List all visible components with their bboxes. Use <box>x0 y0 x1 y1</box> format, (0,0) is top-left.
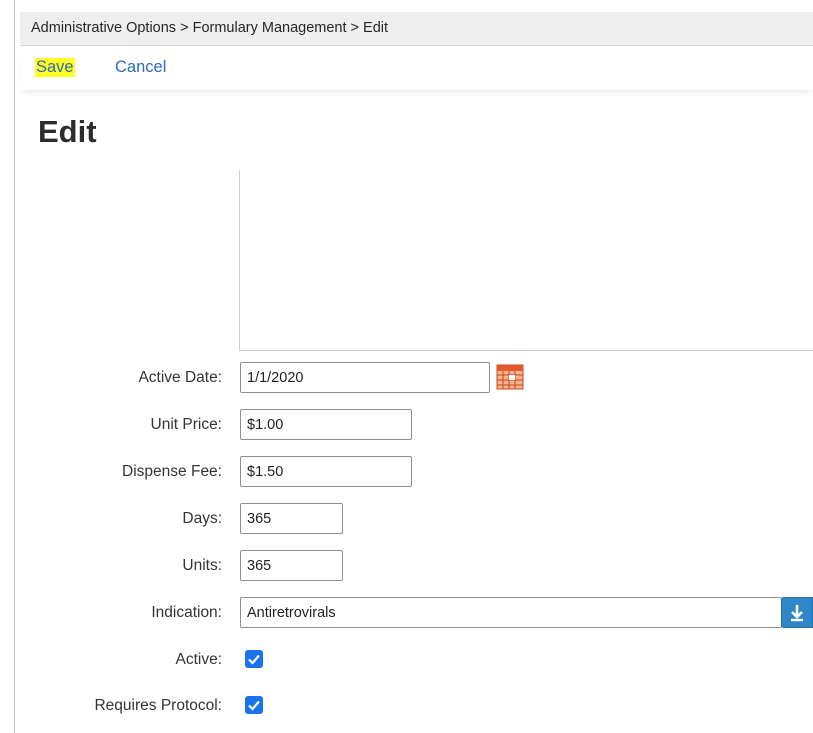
save-button[interactable]: Save <box>35 58 75 77</box>
active-label: Active: <box>175 651 222 668</box>
dispense-fee-input[interactable] <box>240 456 412 487</box>
indication-label: Indication: <box>151 604 222 621</box>
preview-area <box>239 170 813 351</box>
indication-dropdown-button[interactable] <box>781 597 813 628</box>
checkmark-icon <box>248 700 260 711</box>
requires-protocol-label: Requires Protocol: <box>94 697 222 714</box>
page-left-border <box>14 0 15 733</box>
active-checkbox[interactable] <box>245 650 263 668</box>
checkmark-icon <box>248 654 260 665</box>
days-input[interactable] <box>240 503 343 534</box>
active-date-input[interactable] <box>240 362 490 393</box>
cancel-button[interactable]: Cancel <box>115 58 166 77</box>
download-arrow-icon <box>791 605 803 622</box>
active-date-label: Active Date: <box>138 369 222 386</box>
calendar-icon[interactable] <box>496 363 524 391</box>
breadcrumb: Administrative Options > Formulary Manag… <box>20 12 813 46</box>
days-label: Days: <box>182 510 222 527</box>
requires-protocol-checkbox[interactable] <box>245 696 263 714</box>
action-toolbar: Save Cancel <box>20 46 813 90</box>
indication-select[interactable] <box>240 597 782 628</box>
unit-price-input[interactable] <box>240 409 412 440</box>
unit-price-label: Unit Price: <box>150 416 223 433</box>
units-input[interactable] <box>240 550 343 581</box>
units-label: Units: <box>182 557 222 574</box>
dispense-fee-label: Dispense Fee: <box>122 463 222 480</box>
page-title: Edit <box>38 114 97 149</box>
